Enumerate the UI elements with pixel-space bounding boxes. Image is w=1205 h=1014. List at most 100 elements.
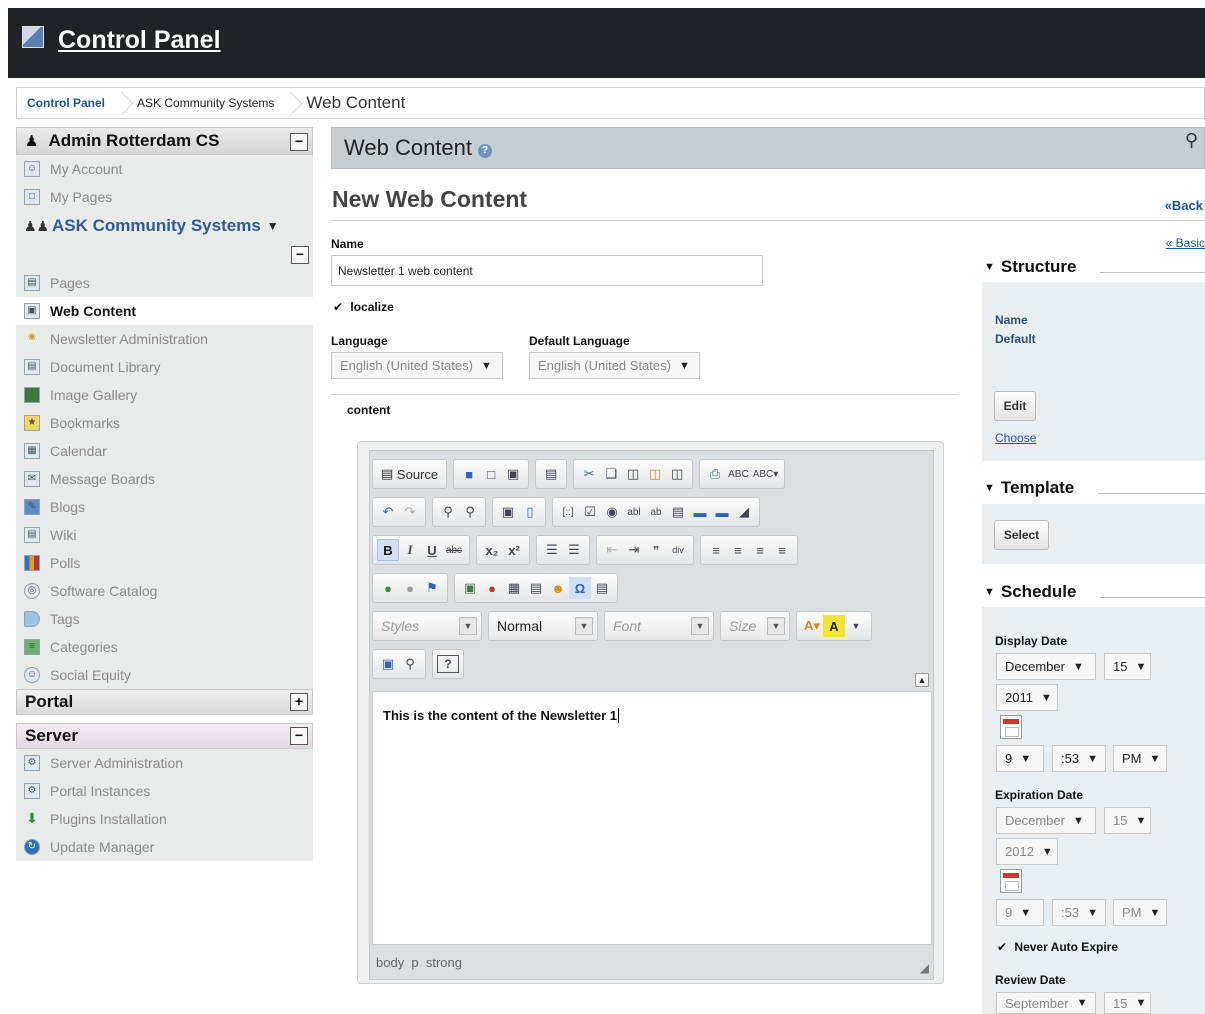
find-icon[interactable]: ⚲: [437, 501, 459, 523]
sidebar-item-portal-instances[interactable]: ⚙ Portal Instances: [16, 777, 313, 805]
sidebar-item-document-library[interactable]: ▤ Document Library: [16, 353, 313, 381]
control-panel-title[interactable]: Control Panel: [58, 26, 221, 55]
size-combo[interactable]: Size ▼: [720, 611, 790, 641]
sidebar-item-bookmarks[interactable]: ★ Bookmarks: [16, 409, 313, 437]
hidden-field-icon[interactable]: ◢: [733, 501, 755, 523]
expiration-hour-select[interactable]: 9 ▼: [996, 899, 1044, 926]
font-combo[interactable]: Font ▼: [604, 611, 714, 641]
breadcrumb-community[interactable]: ASK Community Systems: [127, 88, 284, 118]
remove-format-icon[interactable]: ▯: [519, 501, 541, 523]
paste-icon[interactable]: ◫: [622, 463, 644, 485]
expiration-month-select[interactable]: December ▼: [996, 807, 1096, 834]
link-icon[interactable]: ●: [377, 577, 399, 599]
sidebar-item-polls[interactable]: Polls: [16, 549, 313, 577]
copy-icon[interactable]: ❏: [600, 463, 622, 485]
sidebar-item-newsletter-administration[interactable]: ❀ Newsletter Administration: [16, 325, 313, 353]
print-icon[interactable]: ⎙: [704, 463, 726, 485]
never-auto-expire-checkbox[interactable]: ✔ Never Auto Expire: [997, 940, 1118, 954]
edit-structure-button[interactable]: Edit: [994, 391, 1036, 421]
basic-link[interactable]: « Basic: [1166, 236, 1205, 250]
expand-portal-button[interactable]: +: [290, 693, 308, 711]
textarea-icon[interactable]: ab: [645, 501, 667, 523]
preview-icon[interactable]: ▣: [502, 463, 524, 485]
outdent-icon[interactable]: ⇤: [601, 539, 623, 561]
new-page-icon[interactable]: □: [480, 463, 502, 485]
strikethrough-button[interactable]: abc: [443, 539, 465, 561]
align-right-icon[interactable]: ≡: [749, 539, 771, 561]
redo-icon[interactable]: ↷: [399, 501, 421, 523]
resize-grip-icon[interactable]: ◢: [920, 961, 929, 975]
sidebar-item-categories[interactable]: ≡ Categories: [16, 633, 313, 661]
select-all-icon[interactable]: ▣: [497, 501, 519, 523]
table-icon[interactable]: ▦: [503, 577, 525, 599]
sidebar-item-my-account[interactable]: ☺ My Account: [16, 155, 313, 183]
paste-text-icon[interactable]: ◫: [644, 463, 666, 485]
sidebar-item-pages[interactable]: ▤ Pages: [16, 269, 313, 297]
expiration-minute-select[interactable]: :53 ▼: [1052, 899, 1106, 926]
bold-button[interactable]: B: [377, 539, 399, 561]
styles-combo[interactable]: Styles ▼: [372, 611, 482, 641]
italic-button[interactable]: I: [399, 539, 421, 561]
sidebar-item-message-boards[interactable]: ✉ Message Boards: [16, 465, 313, 493]
image-button-icon[interactable]: ▬: [711, 501, 733, 523]
background-color-icon[interactable]: A: [823, 615, 845, 637]
replace-icon[interactable]: ⚲: [459, 501, 481, 523]
smiley-icon[interactable]: ☻: [547, 577, 569, 599]
info-icon[interactable]: ?: [478, 144, 493, 158]
sidebar-item-image-gallery[interactable]: Image Gallery: [16, 381, 313, 409]
undo-icon[interactable]: ↶: [377, 501, 399, 523]
expiration-date-calendar-icon[interactable]: [1000, 869, 1022, 893]
spellcheck-icon[interactable]: ABC: [726, 463, 751, 485]
sidebar-item-wiki[interactable]: ▤ Wiki: [16, 521, 313, 549]
sidebar-item-server-administration[interactable]: ⚙ Server Administration: [16, 749, 313, 777]
anchor-flag-icon[interactable]: ⚑: [421, 577, 443, 599]
sidebar-item-calendar[interactable]: ▦ Calendar: [16, 437, 313, 465]
structure-section-header[interactable]: ▼ Structure: [984, 257, 1076, 277]
underline-button[interactable]: U: [421, 539, 443, 561]
expiration-year-select[interactable]: 2012 ▼: [996, 838, 1058, 865]
button-icon[interactable]: ▬: [689, 501, 711, 523]
display-day-select[interactable]: 15 ▼: [1104, 653, 1151, 680]
display-hour-select[interactable]: 9 ▼: [996, 745, 1044, 772]
sidebar-item-blogs[interactable]: ✎ Blogs: [16, 493, 313, 521]
show-blocks-icon[interactable]: ⚲: [399, 653, 421, 675]
horizontal-rule-icon[interactable]: ▤: [525, 577, 547, 599]
bulleted-list-icon[interactable]: ☰: [563, 539, 585, 561]
sidebar-item-web-content[interactable]: ▣ Web Content: [16, 297, 327, 325]
review-month-select[interactable]: September ▼: [996, 992, 1096, 1014]
review-day-select[interactable]: 15 ▼: [1104, 992, 1151, 1014]
collapse-toolbar-button[interactable]: ▲: [915, 673, 929, 687]
create-div-icon[interactable]: div: [667, 539, 689, 561]
special-char-omega-icon[interactable]: Ω: [569, 577, 591, 599]
save-icon[interactable]: ■: [458, 463, 480, 485]
sidebar-item-my-pages[interactable]: □ My Pages: [16, 183, 313, 211]
default-language-select[interactable]: English (United States) ▼: [529, 352, 700, 379]
align-left-icon[interactable]: ≡: [705, 539, 727, 561]
text-field-icon[interactable]: abl: [623, 501, 645, 523]
sidebar-item-plugins-installation[interactable]: ⬇ Plugins Installation: [16, 805, 313, 833]
schedule-section-header[interactable]: ▼ Schedule: [984, 582, 1076, 602]
sidebar-item-social-equity[interactable]: ☺ Social Equity: [16, 661, 313, 689]
cut-icon[interactable]: ✂: [578, 463, 600, 485]
collapse-user-panel-button[interactable]: −: [290, 133, 308, 151]
source-button[interactable]: ▤ Source: [377, 463, 442, 485]
text-color-icon[interactable]: A▾: [801, 615, 823, 637]
display-year-select[interactable]: 2011 ▼: [996, 684, 1058, 711]
flash-icon[interactable]: ●: [481, 577, 503, 599]
spellcheck-as-you-type-icon[interactable]: ABC▾: [751, 463, 781, 485]
name-input[interactable]: [331, 255, 763, 286]
templates-icon[interactable]: ▤: [540, 463, 562, 485]
expiration-ampm-select[interactable]: PM ▼: [1113, 899, 1167, 926]
indent-icon[interactable]: ⇥: [623, 539, 645, 561]
sidebar-item-software-catalog[interactable]: ◎ Software Catalog: [16, 577, 313, 605]
sidebar-item-update-manager[interactable]: ↻ Update Manager: [16, 833, 313, 861]
blockquote-icon[interactable]: ”: [645, 539, 667, 561]
about-icon[interactable]: ?: [437, 655, 459, 673]
portal-section-header[interactable]: Portal +: [16, 689, 313, 715]
localize-checkbox[interactable]: ✔ localize: [333, 300, 394, 314]
paste-word-icon[interactable]: ◫: [666, 463, 688, 485]
back-link[interactable]: «Back: [1165, 198, 1203, 213]
server-section-header[interactable]: Server −: [16, 723, 313, 749]
sidebar-item-tags[interactable]: Tags: [16, 605, 313, 633]
display-ampm-select[interactable]: PM ▼: [1113, 745, 1167, 772]
